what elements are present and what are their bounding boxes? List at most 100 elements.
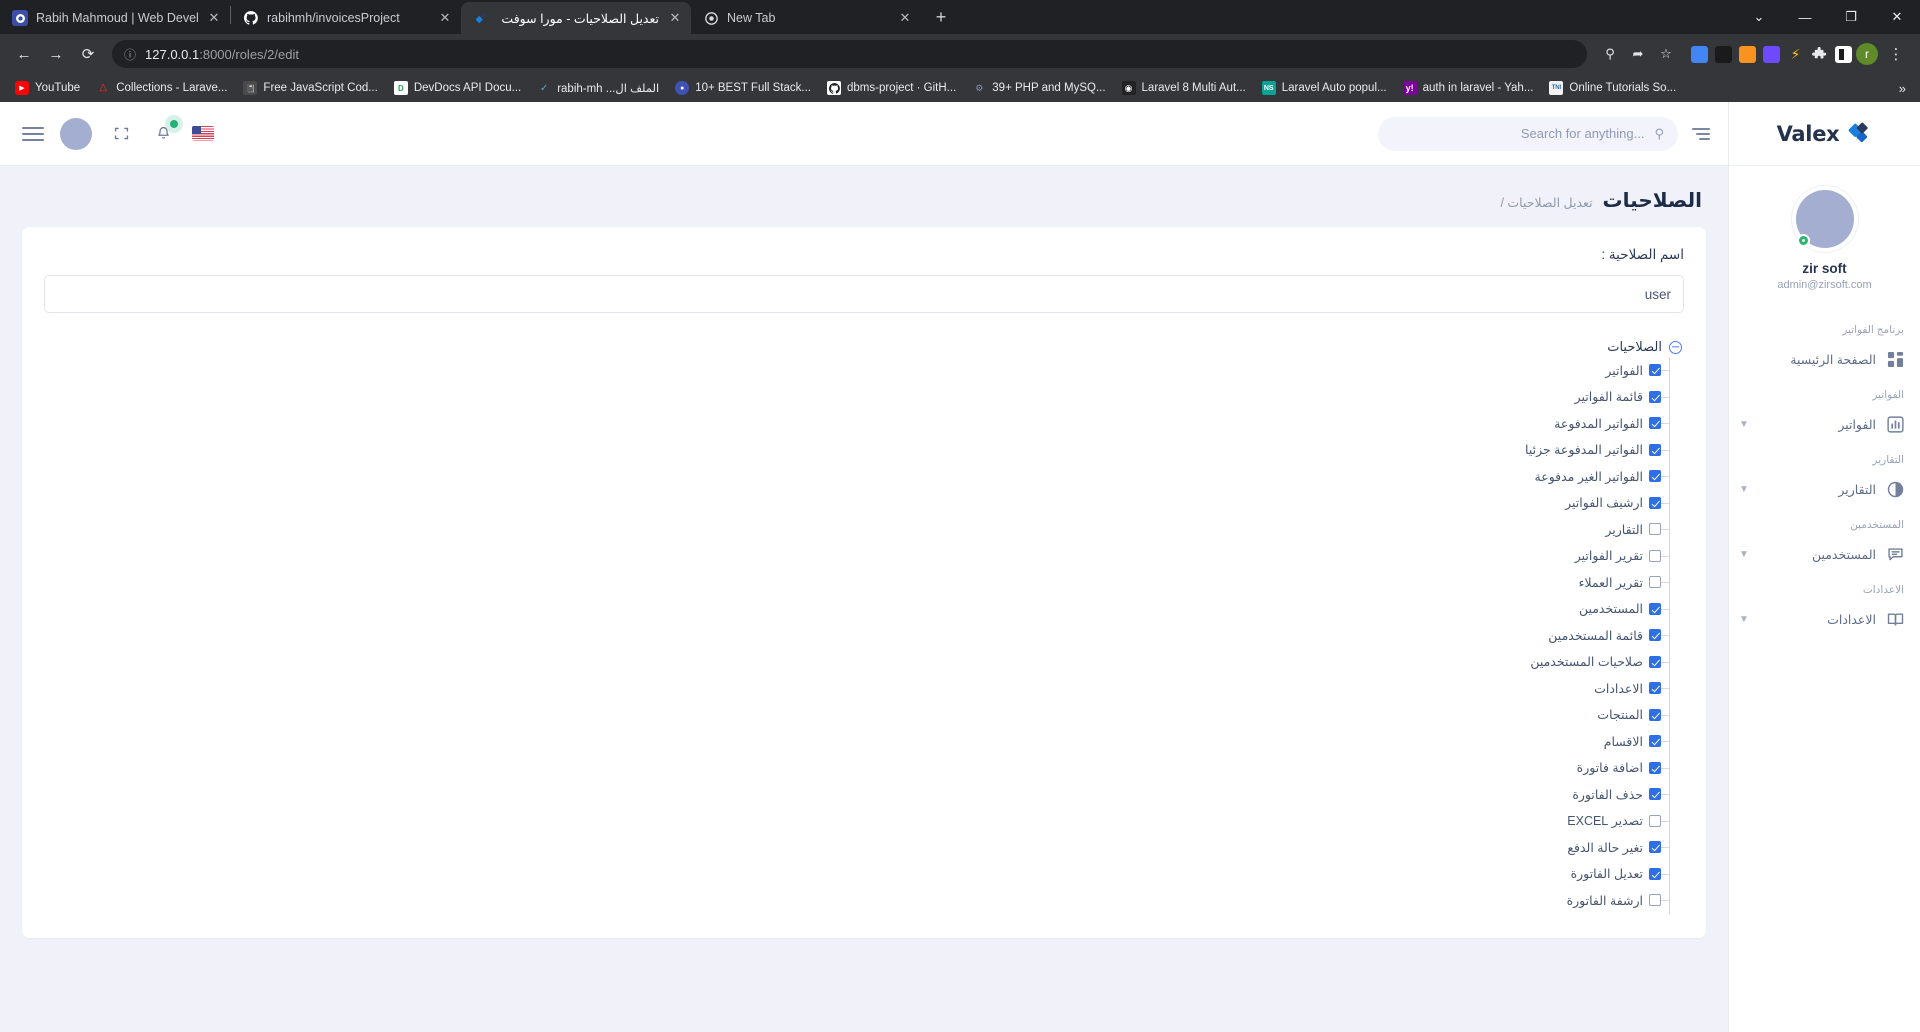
sidebar-item-bar-chart[interactable]: الفواتير ▼ [1729,408,1920,441]
bookmark-item[interactable]: y! auth in laravel - Yah... [1396,78,1541,98]
bookmark-star-icon[interactable]: ☆ [1653,41,1679,67]
permission-checkbox[interactable] [1649,523,1661,536]
vimium-icon[interactable] [1763,45,1780,63]
tab-close-icon[interactable]: ✕ [206,10,222,26]
permission-checkbox[interactable] [1649,735,1661,748]
minus-circle-icon[interactable] [1669,340,1682,354]
window-minimize-more-icon[interactable]: ⌄ [1736,0,1782,34]
permission-item[interactable]: قائمة الفواتير [44,384,1669,411]
bookmark-item[interactable]: ✓ rabih-mh ...الملف ال [530,78,666,98]
permission-item[interactable]: الفواتير المدفوعة جزئيا [44,437,1669,464]
search-box[interactable]: ⚲ [1378,116,1678,151]
permission-item[interactable]: قائمة المستخدمين [44,622,1669,649]
search-input[interactable] [1392,126,1645,141]
permission-item[interactable]: الفواتير الغير مدفوعة [44,463,1669,490]
permission-checkbox[interactable] [1649,390,1661,403]
bookmark-item[interactable]: ◉ Laravel 8 Multi Aut... [1115,78,1253,98]
bookmarks-overflow-button[interactable]: » [1893,81,1912,96]
permission-item[interactable]: المستخدمين [44,596,1669,623]
permission-item[interactable]: ارشفة الفاتورة [44,887,1669,914]
permission-checkbox[interactable] [1649,841,1661,854]
permission-item[interactable]: تغير حالة الدفع [44,834,1669,861]
bookmark-item[interactable]: △ Collections - Larave... [89,78,234,98]
permission-checkbox[interactable] [1649,417,1661,430]
permissions-tree-root[interactable]: الصلاحيات [44,339,1684,355]
chevron-down-icon[interactable]: ▼ [1739,549,1749,560]
permission-checkbox[interactable] [1649,549,1661,562]
brand[interactable]: Valex [1729,102,1920,166]
window-maximize-icon[interactable]: ❐ [1828,0,1874,34]
avatar[interactable] [60,117,92,150]
tab-close-icon[interactable]: ✕ [897,10,913,26]
permission-checkbox[interactable] [1649,496,1661,509]
bell-icon[interactable] [150,119,178,147]
reload-icon[interactable]: ⟳ [74,40,102,68]
permission-item[interactable]: الاعدادات [44,675,1669,702]
profile-chip[interactable]: r [1856,43,1878,65]
permission-checkbox[interactable] [1649,682,1661,695]
hamburger-icon[interactable] [22,126,44,141]
chevron-down-icon[interactable]: ▼ [1739,614,1749,625]
permission-checkbox[interactable] [1649,867,1661,880]
new-tab-button[interactable]: + [927,3,955,31]
permission-item[interactable]: تقرير العملاء [44,569,1669,596]
permission-item[interactable]: تصدير EXCEL [44,808,1669,835]
site-info-icon[interactable]: ⓘ [124,46,136,63]
sidebar-item-book[interactable]: الاعدادات ▼ [1729,603,1920,636]
profile-avatar[interactable] [1795,190,1854,248]
permission-checkbox[interactable] [1649,576,1661,589]
window-minimize-icon[interactable]: — [1782,0,1828,34]
reader-icon[interactable] [1835,45,1852,63]
permission-item[interactable]: تقرير الفواتير [44,543,1669,570]
share-icon[interactable]: ➦ [1625,41,1651,67]
sidebar-item-pie-chart[interactable]: التقارير ▼ [1729,473,1920,506]
role-name-input[interactable] [44,275,1684,313]
bookmark-item[interactable]: ▶ YouTube [8,78,87,98]
bookmark-item[interactable]: 📓 Free JavaScript Cod... [236,78,384,98]
google-translate-icon[interactable] [1691,45,1708,63]
chevron-down-icon[interactable]: ▼ [1739,484,1749,495]
sidebar-item-grid[interactable]: الصفحة الرئيسية [1729,343,1920,376]
browser-tab[interactable]: Rabih Mahmoud | Web Develope ✕ [0,2,230,34]
search-icon[interactable]: ⚲ [1597,41,1623,67]
permission-item[interactable]: صلاحيات المستخدمين [44,649,1669,676]
permission-checkbox[interactable] [1649,708,1661,721]
permission-checkbox[interactable] [1649,788,1661,801]
chevron-down-icon[interactable]: ▼ [1739,419,1749,430]
bookmark-item[interactable]: D DevDocs API Docu... [387,78,528,98]
permission-checkbox[interactable] [1649,629,1661,642]
lightning-icon[interactable]: ⚡ [1787,46,1804,63]
us-flag-icon[interactable] [192,126,214,141]
permission-item[interactable]: الاقسام [44,728,1669,755]
bookmark-item[interactable]: ● 10+ BEST Full Stack... [668,78,818,98]
permission-checkbox[interactable] [1649,894,1661,907]
honey-icon[interactable] [1739,45,1756,63]
bookmark-item[interactable]: ⚙ 39+ PHP and MySQ... [965,78,1112,98]
bookmark-item[interactable]: NS Laravel Auto popul... [1255,78,1394,98]
align-right-icon[interactable] [1692,127,1710,140]
permission-item[interactable]: اضافة فاتورة [44,755,1669,782]
permission-item[interactable]: الفواتير [44,357,1669,384]
address-bar[interactable]: ⓘ 127.0.0.1:8000/roles/2/edit [112,40,1587,68]
permission-item[interactable]: التقارير [44,516,1669,543]
puzzle-icon[interactable] [1811,46,1828,63]
permission-checkbox[interactable] [1649,364,1661,377]
window-close-icon[interactable]: ✕ [1874,0,1920,34]
permission-checkbox[interactable] [1649,443,1661,456]
browser-tab-active[interactable]: تعديل الصلاحيات - مورا سوفت للادا ✕ [461,2,691,34]
bookmark-item[interactable]: dbms-project · GitH... [820,78,963,98]
tab-close-icon[interactable]: ✕ [437,10,453,26]
permission-item[interactable]: تعديل الفاتورة [44,861,1669,888]
browser-tab[interactable]: New Tab ✕ [691,2,921,34]
permission-item[interactable]: المنتجات [44,702,1669,729]
permission-checkbox[interactable] [1649,602,1661,615]
tab-close-icon[interactable]: ✕ [667,10,683,26]
kebab-menu-icon[interactable]: ⋮ [1882,40,1910,68]
fullscreen-icon[interactable] [108,121,134,147]
permission-checkbox[interactable] [1649,470,1661,483]
video-downloader-icon[interactable] [1715,45,1732,63]
permission-checkbox[interactable] [1649,655,1661,668]
back-icon[interactable]: ← [10,40,38,68]
sidebar-item-chat[interactable]: المستخدمين ▼ [1729,538,1920,571]
bookmark-item[interactable]: TNI Online Tutorials So... [1542,78,1683,98]
